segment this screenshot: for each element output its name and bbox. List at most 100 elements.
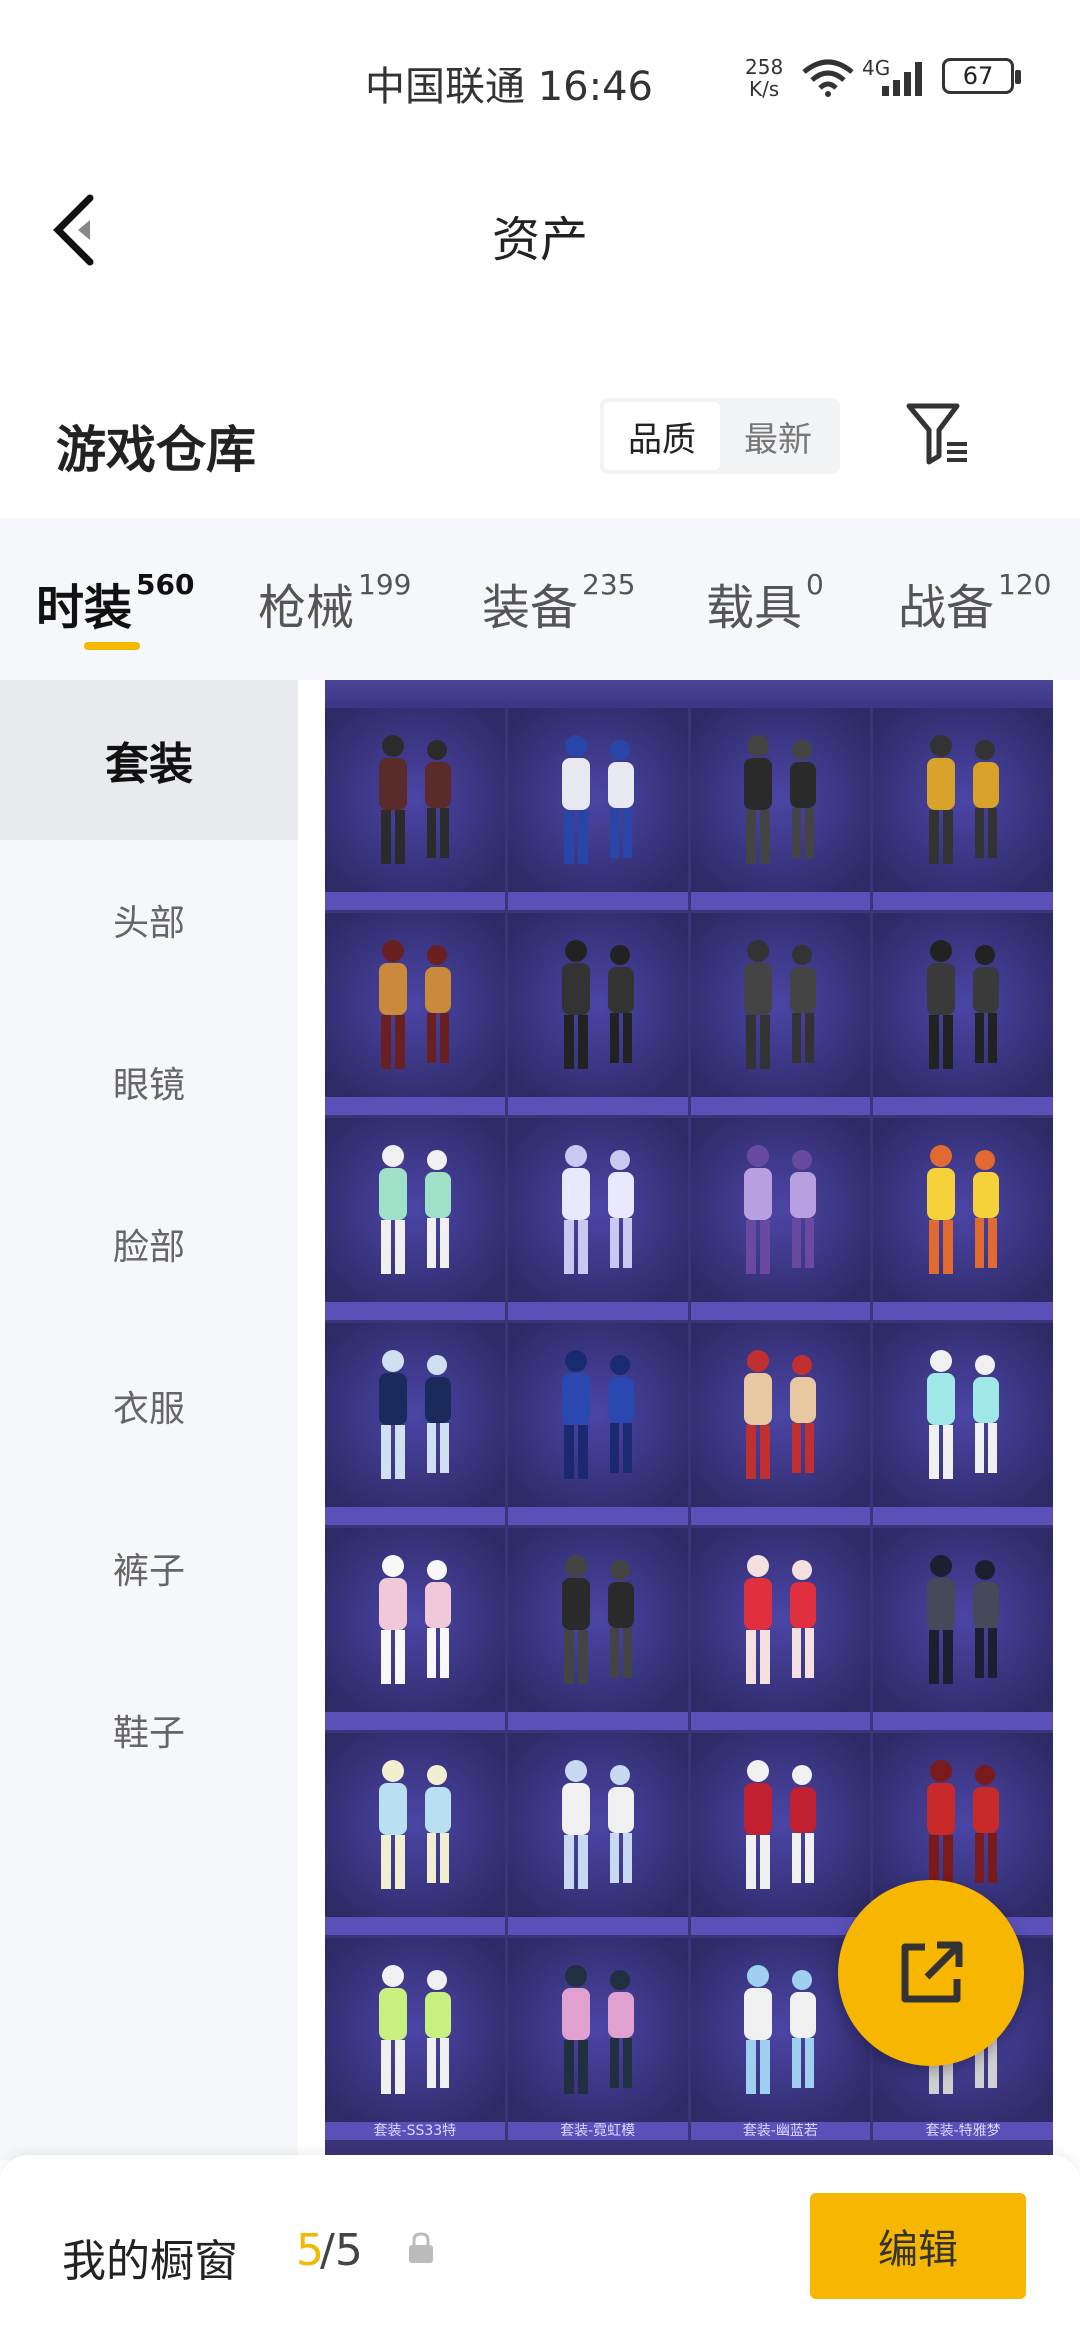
outfit-label: 套装-霓虹模 <box>507 2122 688 2140</box>
outfit-tile[interactable] <box>325 1323 505 1525</box>
battery-level: 67 <box>962 62 994 90</box>
sidebar-item-outfit[interactable]: 套装 <box>0 680 298 840</box>
outfit-tile[interactable] <box>873 708 1053 910</box>
outfit-figure-icon <box>927 940 1000 1069</box>
tab-guns[interactable]: 枪械 199 <box>258 568 411 638</box>
outfit-figure-icon <box>927 1145 1000 1274</box>
outfit-label <box>690 1917 871 1935</box>
network-speed: 258 K/s <box>745 56 783 100</box>
speed-unit: K/s <box>748 77 780 101</box>
sidebar-item-head[interactable]: 头部 <box>0 840 298 1000</box>
page-title: 资产 <box>491 212 588 268</box>
share-button[interactable] <box>838 1880 1024 2066</box>
tab-equipment[interactable]: 装备 235 <box>482 568 635 638</box>
outfit-label <box>325 1712 505 1730</box>
outfit-label: 套装-SS33特 <box>325 2122 505 2140</box>
outfit-figure-icon <box>561 1555 634 1684</box>
category-tabs: 时装 560 枪械 199 装备 235 载具 0 战备 120 <box>0 518 1080 680</box>
outfit-label <box>507 1097 688 1115</box>
status-bar: 中国联通 16:46 258 K/s 4G 67 <box>0 0 1080 160</box>
outfit-figure-icon <box>744 1760 817 1889</box>
sidebar-item-face[interactable]: 脸部 <box>0 1164 298 1324</box>
showcase-label: 我的橱窗 <box>62 2236 238 2287</box>
outfit-label <box>507 1712 688 1730</box>
outfit-label <box>507 892 688 910</box>
edit-button[interactable]: 编辑 <box>810 2193 1026 2299</box>
outfit-figure-icon <box>378 1555 451 1684</box>
outfit-figure-icon <box>561 1760 634 1889</box>
outfit-label <box>325 1302 505 1320</box>
outfit-figure-icon <box>744 940 817 1069</box>
outfit-tile[interactable]: 套装-霓虹模 <box>507 1938 688 2140</box>
outfit-tile[interactable] <box>690 1323 871 1525</box>
outfit-tile[interactable] <box>507 1118 688 1320</box>
outfit-figure-icon <box>378 735 451 864</box>
sort-quality-button[interactable]: 品质 <box>604 402 720 470</box>
outfit-figure-icon <box>561 940 634 1069</box>
outfit-tile[interactable]: 套装-SS33特 <box>325 1938 505 2140</box>
outfit-tile[interactable] <box>690 1118 871 1320</box>
outfit-figure-icon <box>744 1965 817 2094</box>
outfit-label <box>873 892 1053 910</box>
bottom-bar: 我的橱窗 5 /5 编辑 <box>0 2155 1080 2340</box>
outfit-tile[interactable] <box>690 708 871 910</box>
tab-count: 560 <box>136 568 195 601</box>
section-title: 游戏仓库 <box>56 421 256 479</box>
tab-vehicles[interactable]: 载具 0 <box>706 568 824 638</box>
outfit-label <box>873 1302 1053 1320</box>
outfit-figure-icon <box>744 735 817 864</box>
outfit-tile[interactable] <box>507 1528 688 1730</box>
outfit-tile[interactable] <box>690 1733 871 1935</box>
tab-label: 装备 <box>482 580 579 636</box>
sidebar-item-shoes[interactable]: 鞋子 <box>0 1650 298 1810</box>
tab-label: 枪械 <box>258 580 355 636</box>
outfit-tile[interactable] <box>690 913 871 1115</box>
outfit-label <box>873 1507 1053 1525</box>
active-tab-indicator <box>84 642 140 650</box>
outfit-tile[interactable] <box>690 1528 871 1730</box>
grid-scroll-edge <box>325 680 1053 708</box>
outfit-tile[interactable] <box>325 708 505 910</box>
outfit-tile[interactable] <box>873 1528 1053 1730</box>
outfit-tile[interactable] <box>507 1323 688 1525</box>
tab-count: 0 <box>806 568 824 601</box>
sidebar-item-clothes[interactable]: 衣服 <box>0 1326 298 1486</box>
outfit-tile[interactable] <box>325 1528 505 1730</box>
outfit-tile[interactable] <box>325 913 505 1115</box>
outfit-tile[interactable] <box>325 1733 505 1935</box>
outfit-label: 套装-特雅梦 <box>873 2122 1053 2140</box>
outfit-figure-icon <box>378 1965 451 2094</box>
outfit-label <box>325 1097 505 1115</box>
outfit-tile[interactable] <box>507 913 688 1115</box>
outfit-tile[interactable] <box>873 1118 1053 1320</box>
outfit-tile[interactable] <box>507 708 688 910</box>
filter-icon[interactable] <box>905 400 971 466</box>
lock-icon <box>409 2232 433 2263</box>
outfit-tile[interactable] <box>325 1118 505 1320</box>
signal-icon <box>882 62 922 96</box>
tab-supplies[interactable]: 战备 120 <box>898 568 1051 638</box>
outfit-tile[interactable] <box>507 1733 688 1935</box>
outfit-figure-icon <box>927 735 1000 864</box>
wifi-icon <box>802 59 854 97</box>
tab-label: 战备 <box>898 580 995 636</box>
outfit-tile[interactable] <box>873 1323 1053 1525</box>
sidebar-item-pants[interactable]: 裤子 <box>0 1488 298 1648</box>
outfit-figure-icon <box>561 1350 634 1479</box>
outfit-tile[interactable] <box>873 913 1053 1115</box>
sort-newest-button[interactable]: 最新 <box>720 402 836 470</box>
outfit-label <box>690 1712 871 1730</box>
share-icon <box>901 1941 963 2003</box>
outfit-label <box>690 1302 871 1320</box>
sidebar-item-glasses[interactable]: 眼镜 <box>0 1002 298 1162</box>
outfit-label <box>325 1917 505 1935</box>
outfit-label <box>873 1712 1053 1730</box>
sort-toggle: 品质 最新 <box>600 398 840 474</box>
battery-icon: 67 <box>942 58 1021 94</box>
showcase-total: /5 <box>320 2225 363 2276</box>
outfit-figure-icon <box>561 1145 634 1274</box>
tab-fashion[interactable]: 时装 560 <box>36 568 194 638</box>
outfit-label <box>873 1097 1053 1115</box>
outfit-figure-icon <box>927 1350 1000 1479</box>
outfit-figure-icon <box>744 1555 817 1684</box>
